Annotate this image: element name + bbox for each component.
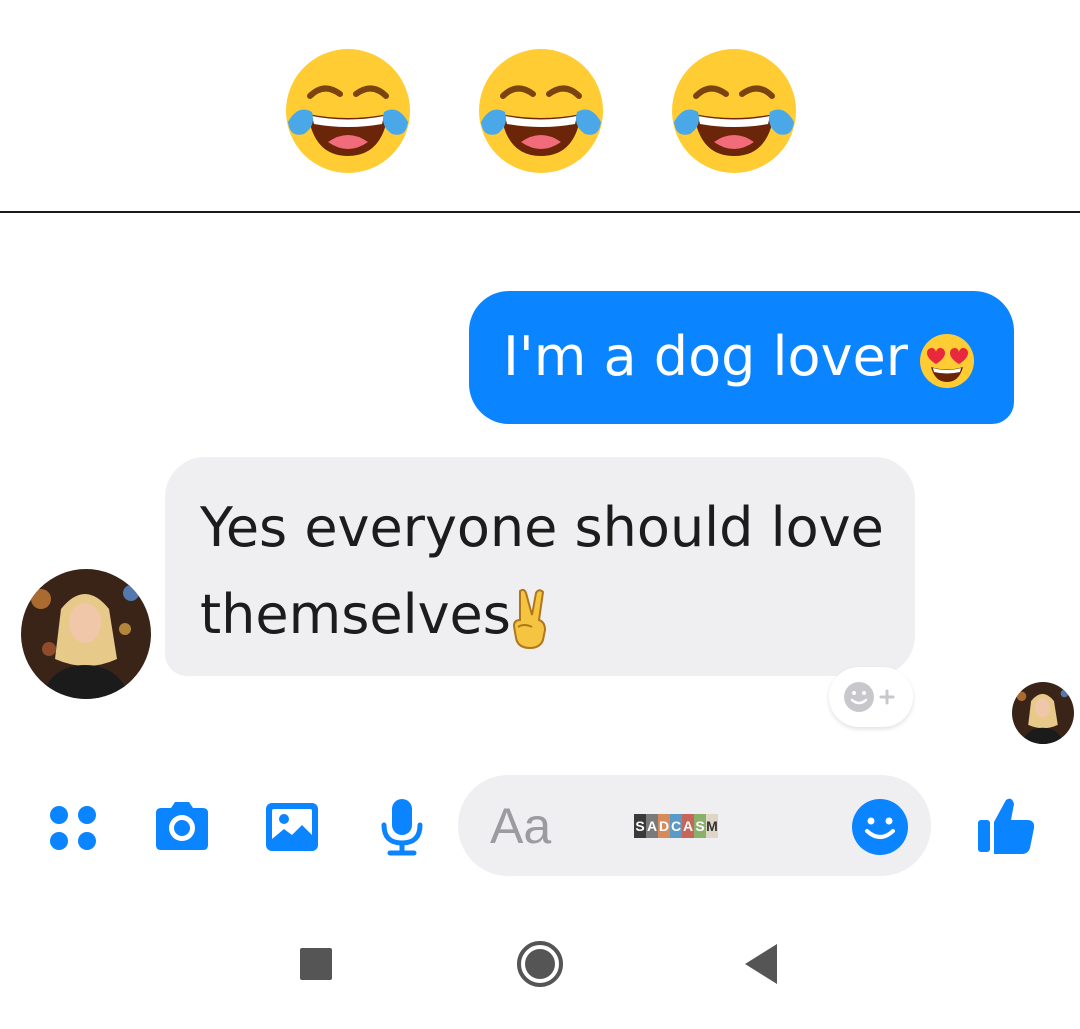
message-input[interactable]: Aa SADCASM (458, 775, 931, 876)
messenger-screen: I'm a dog lover Yes everyone should love… (0, 0, 1080, 1029)
gallery-icon[interactable] (260, 795, 324, 859)
seen-avatar (1012, 682, 1074, 744)
contact-avatar[interactable] (21, 569, 151, 699)
heart-eyes-emoji-icon (920, 334, 974, 388)
home-button[interactable] (515, 939, 565, 989)
camera-icon[interactable] (150, 795, 214, 859)
message-input-placeholder: Aa (490, 798, 552, 854)
laughing-emoji-icon (672, 49, 796, 173)
incoming-message-line: Yes everyone should love (200, 496, 884, 559)
laughing-emoji-icon (286, 49, 410, 173)
add-reaction-button[interactable] (829, 667, 913, 727)
avatar-photo-icon (1012, 682, 1074, 744)
sadcasm-watermark: SADCASM (634, 814, 718, 838)
recents-button[interactable] (300, 948, 332, 980)
emoji-strip (0, 0, 1080, 212)
avatar-photo-icon (21, 569, 151, 699)
victory-hand-emoji-icon (512, 588, 547, 649)
incoming-message-bubble[interactable]: Yes everyone should love themselves (165, 457, 915, 676)
back-button[interactable] (743, 942, 779, 986)
outgoing-message-text: I'm a dog lover (503, 325, 908, 388)
outgoing-message-bubble[interactable]: I'm a dog lover (469, 291, 1014, 424)
add-reaction-icon (844, 682, 895, 712)
microphone-icon[interactable] (370, 795, 434, 859)
laughing-emoji-icon (479, 49, 603, 173)
incoming-message-line: themselves (200, 583, 511, 646)
thumbs-up-icon[interactable] (974, 792, 1040, 858)
menu-icon[interactable] (41, 795, 105, 859)
emoji-button[interactable] (850, 797, 910, 857)
